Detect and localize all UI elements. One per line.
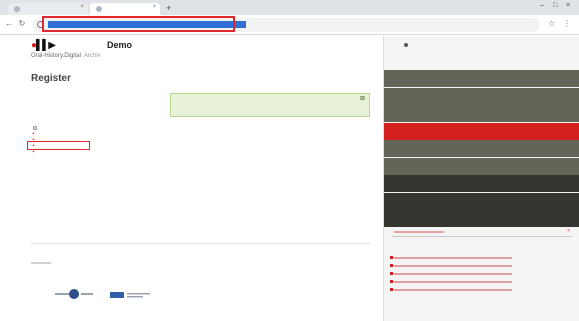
favicon-icon xyxy=(96,6,102,12)
list-bullet-icon xyxy=(390,272,393,275)
menu-item-active[interactable] xyxy=(384,122,579,140)
close-icon[interactable]: ⊠ xyxy=(360,96,365,102)
right-sidebar: × xyxy=(383,36,579,321)
browser-tab-active[interactable]: × xyxy=(90,3,160,15)
dfg-logo[interactable] xyxy=(110,290,150,300)
url-highlight-box xyxy=(42,16,235,32)
favicon-icon xyxy=(14,6,20,12)
footer-divider xyxy=(31,243,371,244)
tree-item[interactable] xyxy=(31,155,171,161)
logo-archiv: Archiv xyxy=(83,53,101,59)
close-icon[interactable]: × xyxy=(567,228,570,234)
list-item[interactable] xyxy=(390,280,512,283)
tree-highlight-box xyxy=(27,141,90,150)
list-item[interactable] xyxy=(390,256,512,259)
menu-item[interactable] xyxy=(384,140,579,157)
browser-tab[interactable]: × xyxy=(8,3,88,15)
extensions-icon[interactable]: ⋮ xyxy=(563,19,571,28)
partner-logo[interactable] xyxy=(55,288,93,300)
list-bullet-icon xyxy=(390,256,393,259)
page-title: Register xyxy=(31,73,72,84)
window-close-icon[interactable]: × xyxy=(566,2,570,9)
browser-tab-bar: × × + – □ × xyxy=(0,0,579,15)
minimize-icon[interactable]: – xyxy=(540,2,544,9)
close-tab-icon[interactable]: × xyxy=(152,4,156,10)
menu-item[interactable] xyxy=(384,175,579,192)
list-bullet-icon xyxy=(390,288,393,291)
close-tab-icon[interactable]: × xyxy=(80,4,84,10)
list-bullet-icon xyxy=(390,280,393,283)
footer-text xyxy=(31,262,51,264)
admin-menu xyxy=(384,70,579,228)
menu-item[interactable] xyxy=(384,210,579,227)
list-item[interactable] xyxy=(390,272,512,275)
toggle-icon[interactable] xyxy=(404,43,408,47)
bookmark-star-icon[interactable]: ☆ xyxy=(548,19,555,28)
menu-item[interactable] xyxy=(384,87,579,105)
menu-item[interactable] xyxy=(384,70,579,87)
radio-icon xyxy=(33,126,37,130)
list-item[interactable] xyxy=(390,288,512,291)
register-select[interactable]: × xyxy=(392,228,572,237)
new-tab-icon[interactable]: + xyxy=(166,3,171,13)
menu-item[interactable] xyxy=(384,105,579,122)
site-logo[interactable]: ●▌▌▶ Demo Oral-History.Digital Archiv xyxy=(31,40,161,64)
logo-name: Oral-History.Digital xyxy=(31,53,81,59)
register-select-value xyxy=(394,231,444,233)
logo-demo-label: Demo xyxy=(107,40,133,50)
back-icon[interactable]: ← xyxy=(4,19,14,29)
maximize-icon[interactable]: □ xyxy=(553,2,557,9)
logo-subtitle: Oral-History.Digital Archiv xyxy=(31,53,101,59)
reload-icon[interactable]: ↻ xyxy=(17,19,27,29)
menu-item[interactable] xyxy=(384,157,579,175)
info-notice: ⊠ xyxy=(170,93,370,117)
list-bullet-icon xyxy=(390,264,393,267)
record-play-icon: ●▌▌▶ xyxy=(31,40,56,51)
list-item[interactable] xyxy=(390,264,512,267)
menu-item[interactable] xyxy=(384,192,579,210)
